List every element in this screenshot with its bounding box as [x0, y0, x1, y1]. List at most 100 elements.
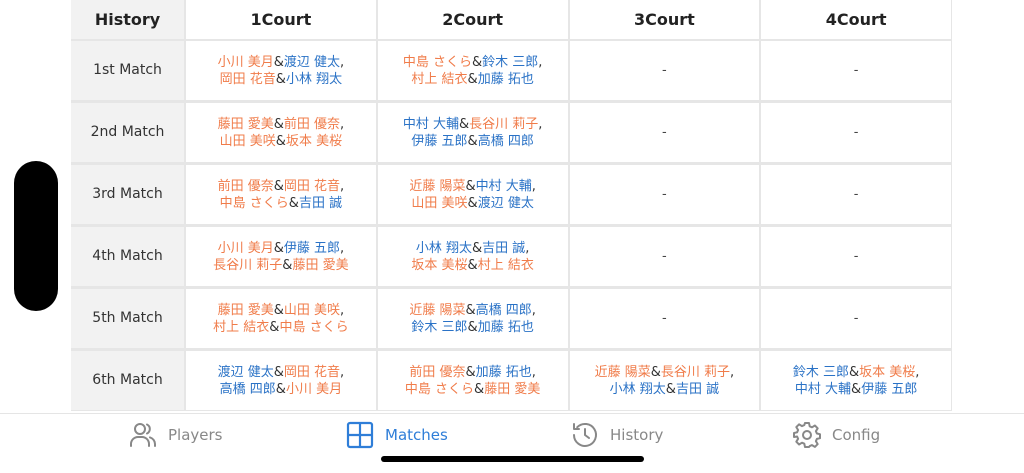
table-row: 4th Match 小川 美月&伊藤 五郎, 長谷川 莉子&藤田 愛美 小林 翔太&吉…	[71, 225, 952, 289]
player-name: 渡辺 健太	[477, 195, 534, 211]
pair-joiner: &	[467, 195, 478, 211]
match-label: 5th Match	[71, 287, 186, 351]
empty-court-dash: -	[662, 125, 667, 140]
player-name: 吉田 誠	[482, 240, 526, 256]
player-name: 山田 美咲	[411, 195, 468, 211]
player-name: 山田 美咲	[219, 133, 276, 149]
empty-court-dash: -	[853, 187, 859, 202]
pair-joiner: &	[471, 240, 483, 256]
match-label: 4th Match	[71, 225, 186, 289]
player-name: 近藤 陽菜	[409, 302, 466, 318]
player-name: 小林 翔太	[285, 71, 343, 87]
pair-comma: ,	[915, 364, 920, 380]
pair-joiner: &	[282, 257, 293, 273]
pair-comma: ,	[340, 240, 345, 256]
table-header-row: History 1Court 2Court 3Court 4Court	[71, 0, 952, 41]
match-history-table-container[interactable]: History 1Court 2Court 3Court 4Court 1st …	[71, 0, 952, 411]
court-cell: 近藤 陽菜&長谷川 莉子, 小林 翔太&吉田 誠	[568, 349, 762, 411]
pair-comma: ,	[340, 178, 345, 194]
player-name: 吉田 誠	[675, 381, 720, 397]
player-name: 鈴木 三郎	[792, 364, 849, 380]
pair-joiner: &	[273, 116, 284, 132]
court-cell: 中島 さくら&鈴木 三郎, 村上 結衣&加藤 拓也	[376, 40, 570, 103]
player-name: 吉田 誠	[298, 195, 343, 211]
player-name: 近藤 陽菜	[594, 364, 651, 380]
pair-joiner: &	[665, 381, 676, 397]
tab-matches[interactable]: Matches	[345, 420, 448, 450]
pair-joiner: &	[275, 381, 286, 397]
pair-line: 小林 翔太&吉田 誠,	[378, 240, 568, 257]
pair-joiner: &	[275, 133, 286, 149]
pair-line: 鈴木 三郎&加藤 拓也	[378, 319, 568, 336]
player-name: 藤田 愛美	[217, 302, 274, 318]
pair-joiner: &	[458, 116, 470, 132]
player-name: 村上 結衣	[411, 71, 468, 87]
player-name: 前田 優奈	[409, 364, 466, 380]
court-cell: -	[568, 101, 762, 165]
pair-joiner: &	[467, 319, 478, 335]
pair-line: 藤田 愛美&山田 美咲,	[186, 302, 376, 319]
pair-line: 鈴木 三郎&坂本 美桜,	[761, 364, 951, 381]
player-name: 中村 大輔	[402, 116, 459, 132]
player-name: 小川 美月	[217, 240, 274, 256]
player-name: 加藤 拓也	[477, 71, 534, 87]
player-name: 高橋 四郎	[219, 381, 276, 397]
player-name: 前田 優奈	[283, 116, 341, 132]
pair-line: 村上 結衣&加藤 拓也	[378, 71, 568, 88]
tab-label-matches: Matches	[385, 426, 448, 444]
court-cell: -	[568, 225, 762, 289]
pair-comma: ,	[531, 364, 536, 380]
empty-court-dash: -	[662, 187, 667, 202]
pair-comma: ,	[340, 302, 345, 318]
tab-history[interactable]: History	[570, 420, 663, 450]
home-indicator	[381, 456, 644, 462]
pair-line: 小川 美月&伊藤 五郎,	[186, 240, 376, 257]
tab-config[interactable]: Config	[792, 420, 880, 450]
court-cell: 近藤 陽菜&中村 大輔, 山田 美咲&渡辺 健太	[376, 163, 570, 227]
player-name: 村上 結衣	[477, 257, 534, 273]
player-name: 小川 美月	[285, 381, 343, 397]
court-cell: -	[760, 163, 952, 227]
tab-players[interactable]: Players	[128, 420, 223, 450]
pair-comma: ,	[340, 364, 345, 380]
pair-joiner: &	[474, 381, 485, 397]
pair-joiner: &	[288, 195, 299, 211]
player-name: 伊藤 五郎	[861, 381, 918, 397]
court-cell: 小川 美月&伊藤 五郎, 長谷川 莉子&藤田 愛美	[185, 225, 378, 289]
pair-joiner: &	[467, 133, 478, 149]
court-cell: 中村 大輔&長谷川 莉子, 伊藤 五郎&高橋 四郎	[376, 101, 570, 165]
match-label: 2nd Match	[71, 101, 186, 165]
player-name: 渡辺 健太	[217, 364, 274, 380]
pair-line: 中島 さくら&鈴木 三郎,	[378, 54, 568, 71]
court-cell: 前田 優奈&岡田 花音, 中島 さくら&吉田 誠	[185, 163, 378, 227]
court-cell: -	[568, 40, 762, 103]
player-name: 小川 美月	[217, 54, 274, 70]
pair-line: 高橋 四郎&小川 美月	[186, 381, 376, 398]
pair-joiner: &	[273, 240, 284, 256]
player-name: 坂本 美桜	[859, 364, 916, 380]
column-header-history: History	[71, 0, 186, 41]
pair-joiner: &	[851, 381, 862, 397]
pair-joiner: &	[848, 364, 860, 380]
player-name: 中島 さくら	[219, 195, 289, 211]
court-cell: -	[760, 40, 952, 103]
pair-line: 中村 大輔&伊藤 五郎	[761, 381, 951, 398]
empty-court-dash: -	[853, 249, 859, 264]
court-cell: -	[760, 287, 952, 351]
empty-court-dash: -	[662, 63, 667, 78]
pair-line: 山田 美咲&渡辺 健太	[378, 195, 568, 212]
pair-comma: ,	[730, 364, 735, 380]
court-cell: 鈴木 三郎&坂本 美桜, 中村 大輔&伊藤 五郎	[760, 349, 952, 411]
pair-comma: ,	[340, 54, 345, 70]
player-name: 高橋 四郎	[475, 302, 532, 318]
player-name: 岡田 花音	[283, 364, 341, 380]
empty-court-dash: -	[853, 125, 859, 140]
player-name: 村上 結衣	[213, 319, 270, 335]
gear-icon	[793, 422, 821, 448]
history-icon	[573, 422, 597, 447]
side-grab-handle[interactable]	[14, 161, 58, 311]
pair-joiner: &	[275, 71, 286, 87]
player-name: 藤田 愛美	[292, 257, 349, 273]
pair-line: 中島 さくら&藤田 愛美	[378, 381, 568, 398]
pair-line: 前田 優奈&岡田 花音,	[186, 178, 376, 195]
